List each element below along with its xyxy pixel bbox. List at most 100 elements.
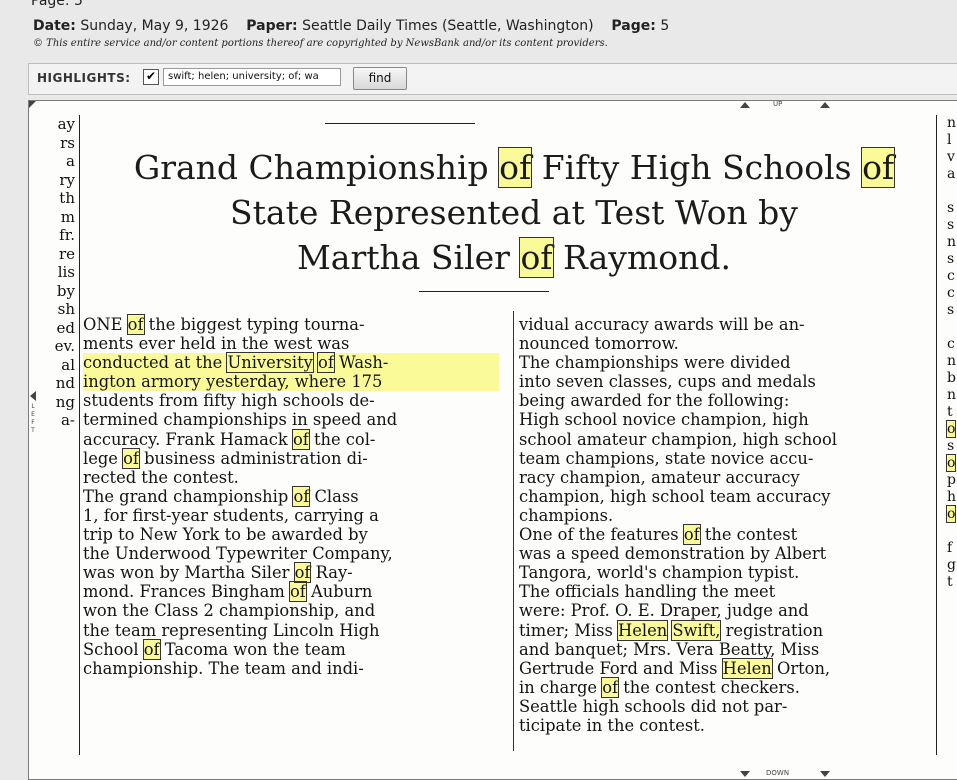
search-hit: of	[293, 562, 312, 584]
pan-up-control[interactable]: UP	[736, 101, 836, 111]
article-line: The grand championship of Class	[83, 485, 499, 507]
search-hit: of	[498, 147, 533, 188]
corner-arrow-icon	[29, 101, 36, 108]
article-text: mond. Frances Bingham	[83, 582, 290, 602]
column-fragment: n	[947, 115, 957, 131]
highlights-checkbox[interactable]: ✔	[143, 69, 159, 85]
headline-line: State Represented at Test Won by	[230, 193, 798, 232]
search-hit: of	[292, 485, 311, 507]
pan-up-label: UP	[773, 100, 783, 108]
article-text: Auburn	[305, 582, 373, 602]
article-headline: Grand Championship of Fifty High Schools…	[79, 145, 949, 280]
column-fragment: n	[947, 353, 957, 369]
headline-line: Martha Siler of Raymond.	[297, 237, 731, 278]
page-value: 5	[660, 18, 670, 34]
article-line: championship. The team and indi-	[83, 659, 499, 678]
column-fragment: h	[947, 489, 957, 505]
column-fragment: f	[947, 540, 953, 556]
article-text: champions.	[519, 505, 614, 525]
column-fragment: a-	[60, 411, 75, 429]
page-title: Page: 5	[31, 0, 83, 9]
search-hit: of	[291, 428, 310, 450]
article-text: termined championships in speed and	[83, 410, 398, 430]
article-text: The championships were divided	[519, 353, 791, 373]
pan-left-label: LEFT	[31, 403, 35, 434]
column-fragment: ry	[59, 170, 75, 189]
pan-left-control[interactable]: LEFT	[29, 391, 37, 461]
article-line: team champions, state novice accu-	[519, 449, 933, 468]
article-text: business administration di-	[138, 448, 368, 468]
search-hit: Helen	[721, 657, 773, 679]
search-hit: of	[682, 524, 701, 546]
article-text: the contest	[699, 525, 798, 545]
article-text: NE	[96, 315, 128, 334]
article-line: champion, high school team accuracy	[519, 487, 933, 506]
column-fragment: t	[947, 574, 953, 590]
page-image-viewer[interactable]: UP DOWN LEFT ay rs a ry th m fr. re lis …	[28, 100, 957, 780]
article-text: registration	[720, 620, 824, 640]
article-text: the team representing Lincoln High	[83, 620, 380, 640]
article-line: termined championships in speed and	[83, 410, 499, 429]
article-text: The grand championship	[83, 486, 294, 506]
article-text: Gertrude Ford and Miss	[519, 658, 723, 678]
article-text: the Underwood Typewriter Company,	[83, 544, 393, 564]
article-line: The officials handling the meet	[519, 582, 933, 601]
article-text: racy champion, amateur accuracy	[519, 467, 800, 487]
article-line: accuracy. Frank Hamack of the col-	[83, 428, 499, 450]
article-line: ington armory yesterday, where 175	[83, 372, 499, 392]
search-hit: of	[601, 676, 620, 698]
page-label: Page:	[611, 18, 656, 34]
article-text: and banquet; Mrs. Vera Beatty, Miss	[519, 639, 820, 659]
column-fragment: nd	[55, 374, 75, 392]
article-text: the contest checkers.	[618, 677, 800, 697]
article-text: team champions, state novice accu-	[519, 448, 814, 468]
article-text: into seven classes, cups and medals	[519, 372, 816, 392]
paper-value: Seattle Daily Times (Seattle, Washington…	[302, 18, 594, 34]
article-text: accuracy. Frank Hamack	[83, 429, 293, 449]
column-fragment: ed	[56, 318, 75, 337]
article-text: were: Prof. O. E. Draper, judge and	[519, 601, 809, 621]
article-text: The officials handling the meet	[519, 582, 776, 602]
article-line: Gertrude Ford and Miss Helen Orton,	[519, 657, 933, 679]
highlights-search-input[interactable]: swift; helen; university; of; wa	[163, 68, 341, 86]
document-meta: Date: Sunday, May 9, 1926 Paper: Seattle…	[33, 18, 669, 34]
find-button[interactable]: find	[353, 67, 407, 90]
article-text: School	[83, 639, 144, 659]
article-line: nounced tomorrow.	[519, 334, 933, 353]
article-line: racy champion, amateur accuracy	[519, 468, 933, 487]
article-line: ticipate in the contest.	[519, 716, 933, 735]
article-line: champions.	[519, 506, 933, 525]
down-arrow-icon	[740, 771, 750, 777]
column-fragment: c	[947, 285, 955, 301]
search-hit: of	[861, 147, 896, 188]
column-fragment: b	[947, 370, 956, 386]
article-text: Seattle high schools did not par-	[519, 696, 788, 716]
search-hit: University	[226, 352, 314, 374]
column-fragment: o	[945, 454, 957, 472]
search-hit: of	[142, 638, 161, 660]
article-text: nounced tomorrow.	[519, 334, 679, 354]
newspaper-page-image: UP DOWN LEFT ay rs a ry th m fr. re lis …	[29, 101, 957, 779]
article-line: in charge of the contest checkers.	[519, 676, 933, 698]
article-column-right: vidual accuracy awards will be an-nounce…	[519, 315, 933, 735]
article-line: the team representing Lincoln High	[83, 621, 499, 640]
search-hit: of	[519, 237, 554, 278]
article-text: trip to New York to be awarded by	[83, 525, 368, 545]
article-line: rected the contest.	[83, 468, 499, 487]
document-header: Page: 5 Date: Sunday, May 9, 1926 Paper:…	[0, 0, 957, 56]
article-line: timer; Miss Helen Swift, registration	[519, 619, 933, 641]
article-text: Wash-	[333, 353, 389, 373]
article-line: 1, for first-year students, carrying a	[83, 506, 499, 525]
column-fragment: al	[61, 355, 75, 374]
article-text: school amateur champion, high school	[519, 429, 837, 449]
article-text: rected the contest.	[83, 467, 239, 487]
column-fragment: ev.	[54, 337, 75, 355]
search-hit: Swift,	[671, 619, 722, 641]
highlights-label: HIGHLIGHTS:	[37, 71, 131, 85]
article-text: Class	[309, 486, 359, 506]
article-text: the biggest typing tourna-	[143, 315, 365, 334]
date-label: Date:	[33, 18, 76, 34]
column-fragment: p	[947, 472, 956, 488]
article-line: being awarded for the following:	[519, 391, 933, 410]
column-fragment	[947, 319, 957, 336]
